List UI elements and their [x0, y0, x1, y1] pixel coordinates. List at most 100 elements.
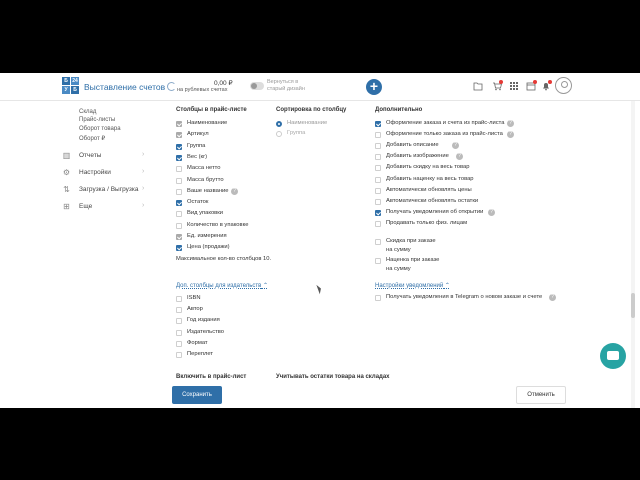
extra-option[interactable]: Добавить наценку на весь товар — [375, 176, 525, 185]
column-checkbox[interactable] — [176, 154, 182, 161]
column-option[interactable]: Масса брутто — [176, 177, 271, 186]
publisher-columns-link[interactable]: Доп. столбцы для издательств ⌃ — [176, 282, 268, 289]
extra-option[interactable]: Автоматически обновлять цены — [375, 187, 525, 196]
extra-checkbox[interactable] — [375, 154, 381, 161]
apps-grid-icon[interactable] — [509, 81, 519, 91]
settings-icon: ⚙ — [62, 168, 71, 177]
publisher-checkbox[interactable] — [176, 296, 182, 302]
publisher-checkbox[interactable] — [176, 340, 182, 347]
old-design-label[interactable]: Вернуться в старый дизайн — [267, 79, 307, 93]
sidebar-subitem-pricelists[interactable]: Прайс-листы — [79, 117, 115, 123]
extra-checkbox[interactable] — [375, 132, 381, 139]
discount-checkbox[interactable] — [375, 239, 381, 245]
save-button[interactable]: Сохранить — [172, 386, 222, 404]
column-checkbox[interactable] — [176, 166, 182, 173]
publisher-option[interactable]: Автор — [176, 306, 266, 315]
column-checkbox[interactable] — [176, 222, 182, 229]
sidebar-subitem-goods-turnover[interactable]: Оборот товара — [79, 126, 121, 132]
column-option[interactable]: Цена (продажи) — [176, 244, 271, 253]
column-option[interactable]: Наименование — [176, 120, 271, 129]
extra-checkbox[interactable] — [375, 143, 381, 150]
extra-option[interactable]: Добавить скидку на весь товар — [375, 164, 525, 173]
publisher-checkbox[interactable] — [176, 318, 182, 325]
sidebar-item-upload-download[interactable]: ⇅ Загрузка / Выгрузка › — [62, 184, 150, 196]
old-design-toggle[interactable] — [250, 82, 264, 90]
help-icon[interactable]: ? — [456, 153, 463, 161]
help-icon[interactable]: ? — [549, 294, 556, 301]
radio-button[interactable] — [276, 131, 282, 137]
app-logo[interactable]: Б 24 У Б — [62, 77, 79, 94]
extra-option[interactable]: Продавать только физ. лицам — [375, 220, 525, 229]
column-option[interactable]: Остаток — [176, 199, 271, 208]
sort-option-group[interactable]: Группа — [276, 130, 366, 139]
publisher-label: Формат — [187, 339, 208, 346]
publisher-option[interactable]: Год издания — [176, 317, 266, 326]
help-icon[interactable]: ? — [507, 131, 514, 139]
extra-option[interactable]: Оформление заказа и счета из прайс-листа… — [375, 120, 525, 129]
sidebar-subitem-money-turnover[interactable]: Оборот ₽ — [79, 135, 105, 142]
column-checkbox[interactable] — [176, 188, 182, 195]
column-checkbox[interactable] — [176, 143, 182, 150]
extra-option[interactable]: Добавить изображение? — [375, 153, 525, 162]
sort-option-name[interactable]: Наименование — [276, 120, 366, 129]
column-option[interactable]: Артикул — [176, 131, 271, 140]
column-checkbox[interactable] — [176, 177, 182, 184]
help-icon[interactable]: ? — [452, 142, 459, 150]
sidebar-item-reports[interactable]: ▥ Отчеты › — [62, 150, 150, 162]
extra-option[interactable]: Оформление только заказа из прайс-листа? — [375, 131, 525, 140]
extra-checkbox[interactable] — [375, 165, 381, 172]
extra-label: Автоматически обновлять цены — [386, 186, 472, 193]
telegram-notify-checkbox[interactable] — [375, 295, 381, 301]
column-option[interactable]: Вес (кг) — [176, 154, 271, 163]
app-title[interactable]: Выставление счетов — [84, 82, 165, 92]
extra-checkbox[interactable] — [375, 176, 381, 183]
column-option[interactable]: Ед. измерения — [176, 233, 271, 242]
column-option[interactable]: Вид упаковки — [176, 210, 271, 219]
add-button[interactable]: + — [366, 79, 382, 95]
notifications-settings-link[interactable]: Настройки уведомлений ⌃ — [375, 282, 450, 289]
column-option[interactable]: Группа — [176, 143, 271, 152]
notifications-settings-label: Настройки уведомлений — [375, 283, 444, 289]
help-icon[interactable]: ? — [231, 187, 238, 195]
publisher-option[interactable]: ISBN — [176, 295, 266, 304]
radio-button[interactable] — [276, 121, 282, 127]
scrollbar[interactable] — [631, 101, 635, 408]
help-icon[interactable]: ? — [507, 120, 514, 127]
scrollbar-thumb[interactable] — [631, 293, 635, 318]
extra-checkbox[interactable] — [375, 187, 381, 194]
publisher-label: Переплет — [187, 351, 214, 357]
column-checkbox[interactable] — [176, 211, 182, 218]
user-icon[interactable] — [555, 77, 572, 94]
column-checkbox[interactable] — [176, 245, 182, 252]
extra-checkbox[interactable] — [375, 121, 381, 127]
publisher-option[interactable]: Издательство — [176, 329, 266, 338]
column-option[interactable]: Масса нетто — [176, 165, 271, 174]
sidebar-item-settings[interactable]: ⚙ Настройки › — [62, 167, 150, 179]
column-label: Вес (кг) — [187, 153, 208, 160]
extra-option[interactable]: Автоматически обновлять остатки — [375, 198, 525, 207]
extra-checkbox[interactable] — [375, 220, 381, 227]
extra-checkbox[interactable] — [375, 209, 381, 216]
column-option[interactable]: Количество в упаковке — [176, 222, 271, 231]
markup-checkbox[interactable] — [375, 258, 381, 264]
refresh-icon[interactable] — [167, 82, 176, 91]
cancel-button[interactable]: Отменить — [516, 386, 566, 404]
telegram-notify-option[interactable]: Получать уведомления в Telegram о новом … — [375, 294, 565, 303]
column-option[interactable]: Ваше название? — [176, 187, 271, 197]
folder-icon[interactable] — [473, 81, 483, 91]
sidebar-subitem-stock[interactable]: Склад — [79, 109, 96, 115]
sidebar-item-more[interactable]: ⊞ Еще › — [62, 201, 150, 213]
publisher-option[interactable]: Формат — [176, 340, 266, 349]
extra-option[interactable]: Добавить описание? — [375, 142, 525, 151]
upload-download-icon: ⇅ — [63, 185, 70, 194]
help-icon[interactable]: ? — [488, 208, 495, 216]
publisher-checkbox[interactable] — [176, 329, 182, 336]
publisher-checkbox[interactable] — [176, 352, 182, 358]
publisher-checkbox[interactable] — [176, 307, 182, 314]
extra-checkbox[interactable] — [375, 198, 381, 205]
telegram-notify-label: Получать уведомления в Telegram о новом … — [386, 294, 543, 300]
column-checkbox[interactable] — [176, 200, 182, 207]
chat-icon[interactable] — [600, 343, 626, 369]
extra-option[interactable]: Получать уведомления об открытии? — [375, 208, 525, 218]
publisher-option[interactable]: Переплет — [176, 351, 266, 360]
